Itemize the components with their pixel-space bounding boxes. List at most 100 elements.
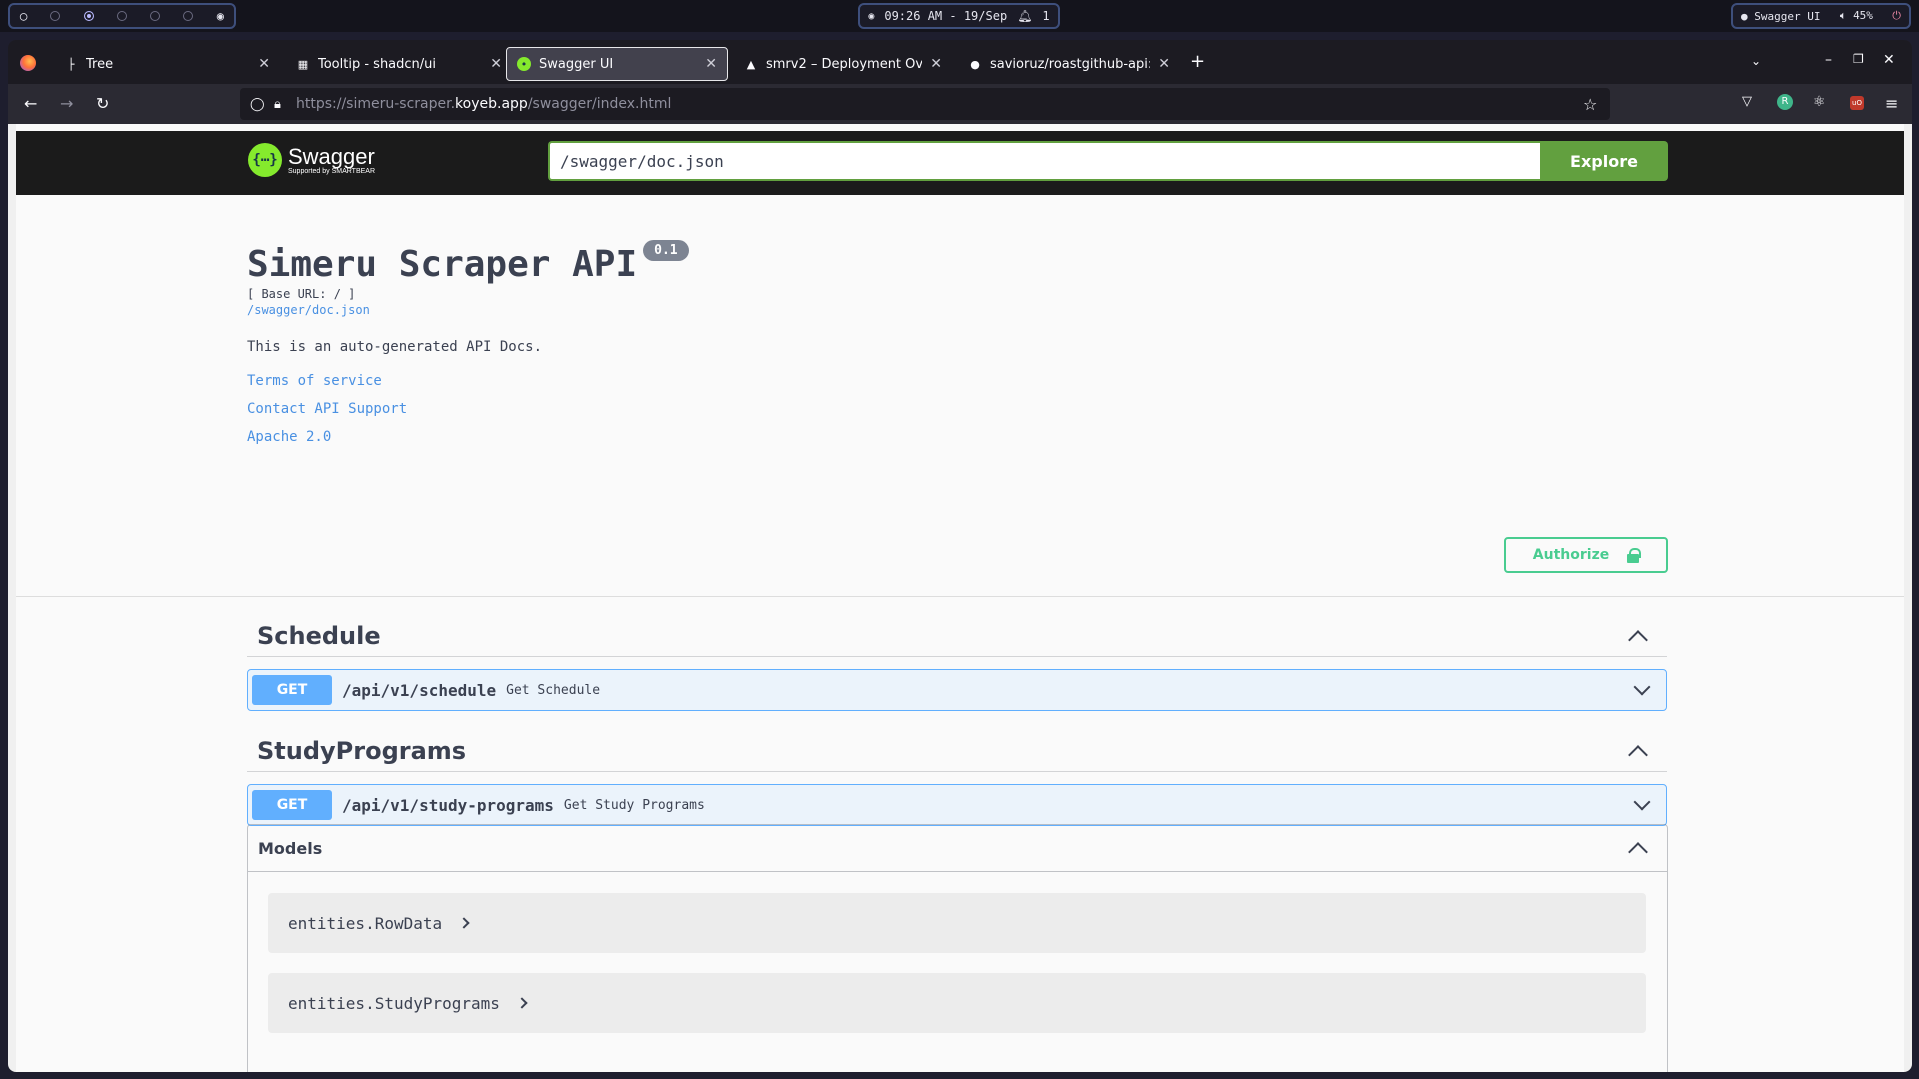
- close-icon[interactable]: ✕: [490, 56, 502, 72]
- page-viewport: {⋯} Swagger Supported by SMARTBEAR /swag…: [8, 124, 1912, 1072]
- restore-icon[interactable]: ❐: [1853, 52, 1864, 66]
- clock-widget[interactable]: ◉ 09:26 AM - 19/Sep 🔔︎ 1: [858, 3, 1060, 29]
- swagger-logo[interactable]: {⋯} Swagger Supported by SMARTBEAR: [248, 143, 375, 177]
- operation-summary: Get Study Programs: [563, 797, 705, 813]
- github-icon: ●: [970, 57, 980, 71]
- tab-deployment[interactable]: ▲ smrv2 – Deployment Over ✕: [734, 47, 952, 81]
- hat-icon: ◉: [216, 9, 224, 23]
- tag-studyprograms-header[interactable]: StudyPrograms: [247, 730, 1667, 772]
- close-icon[interactable]: ✕: [1158, 56, 1170, 72]
- api-description: This is an auto-generated API Docs.: [247, 339, 543, 355]
- api-title: Simeru Scraper API 0.1: [247, 240, 1667, 285]
- tree-icon: ├: [67, 57, 75, 71]
- tag-schedule-header[interactable]: Schedule: [247, 615, 1667, 657]
- doc-json-link[interactable]: /swagger/doc.json: [247, 303, 1667, 317]
- tag-title: Schedule: [257, 621, 381, 650]
- swagger-topbar: {⋯} Swagger Supported by SMARTBEAR /swag…: [16, 131, 1904, 195]
- tab-tooltip[interactable]: ▦ Tooltip - shadcn/ui ✕: [286, 47, 512, 81]
- volume-indicator[interactable]: 🔈︎ 45%: [1840, 9, 1873, 23]
- explore-button[interactable]: Explore: [1540, 141, 1668, 181]
- bookmark-star-icon[interactable]: ☆: [1583, 95, 1597, 114]
- model-name: entities.StudyPrograms: [288, 993, 500, 1013]
- close-icon[interactable]: ✕: [705, 56, 717, 72]
- base-url: [ Base URL: / ]: [247, 287, 356, 301]
- close-icon[interactable]: ✕: [930, 56, 942, 72]
- operation-get-schedule[interactable]: GET /api/v1/schedule Get Schedule: [247, 669, 1667, 711]
- lock-icon[interactable]: 🔒︎: [274, 97, 281, 112]
- url-bar[interactable]: ◯ 🔒︎ https://simeru-scraper.koyeb.app/sw…: [240, 88, 1610, 120]
- authorize-button[interactable]: Authorize: [1504, 537, 1668, 573]
- back-arrow-icon[interactable]: ←: [24, 94, 37, 113]
- swagger-page: {⋯} Swagger Supported by SMARTBEAR /swag…: [16, 124, 1904, 1072]
- chevron-up-icon[interactable]: [1628, 629, 1648, 650]
- extensions-puzzle-icon[interactable]: ⚛: [1813, 94, 1826, 110]
- workspace-5[interactable]: [183, 11, 194, 21]
- ublock-icon[interactable]: uO: [1850, 96, 1864, 110]
- lock-icon: [1627, 548, 1642, 563]
- api-title-text: Simeru Scraper API: [247, 244, 638, 285]
- operation-path: /api/v1/study-programs: [342, 795, 554, 815]
- tab-swagger-ui[interactable]: • Swagger UI ✕: [506, 47, 728, 81]
- swagger-logo-text: Swagger: [288, 143, 375, 169]
- workspace-4[interactable]: [150, 11, 161, 21]
- spec-url-form: /swagger/doc.json Explore: [548, 141, 1668, 181]
- tab-list-chevron-icon[interactable]: ⌄: [1751, 54, 1761, 68]
- power-icon[interactable]: ⏻: [1892, 9, 1901, 23]
- chevron-down-icon[interactable]: [1630, 793, 1654, 817]
- operation-get-study-programs[interactable]: GET /api/v1/study-programs Get Study Pro…: [247, 784, 1667, 826]
- browser-window: ├ Tree ✕ ▦ Tooltip - shadcn/ui ✕ • Swagg…: [8, 40, 1912, 1072]
- clock-text: 09:26 AM - 19/Sep: [884, 9, 1008, 23]
- chevron-right-icon[interactable]: [516, 997, 528, 1009]
- navigation-toolbar: ← → ↻ ◯ 🔒︎ https://simeru-scraper.koyeb.…: [8, 84, 1912, 124]
- workspace-1[interactable]: [50, 11, 61, 21]
- swagger-logo-icon: {⋯}: [248, 143, 282, 177]
- workspace-2[interactable]: [83, 11, 94, 21]
- workspace-switcher[interactable]: ◯ ◉: [8, 3, 236, 29]
- method-badge: GET: [252, 790, 332, 820]
- model-name: entities.RowData: [288, 913, 443, 933]
- license-link[interactable]: Apache 2.0: [247, 429, 1667, 445]
- desktop-top-bar: ◯ ◉ ◉ 09:26 AM - 19/Sep 🔔︎ 1 ● Swagger U…: [0, 0, 1919, 32]
- models-header[interactable]: Models: [248, 825, 1667, 872]
- contact-support-link[interactable]: Contact API Support: [247, 401, 1667, 417]
- shadcn-icon: ▦: [297, 57, 309, 71]
- method-badge: GET: [252, 675, 332, 705]
- arch-logo-icon: ◯: [20, 9, 28, 23]
- toggle-icon: ◉: [868, 10, 875, 22]
- menu-hamburger-icon[interactable]: ≡: [1885, 94, 1898, 113]
- notification-count: 1: [1042, 9, 1050, 23]
- tab-tree[interactable]: ├ Tree ✕: [54, 47, 280, 81]
- model-row-data[interactable]: entities.RowData: [268, 893, 1646, 953]
- new-tab-button[interactable]: +: [1190, 51, 1205, 72]
- system-tray[interactable]: ● Swagger UI 🔈︎ 45% ⏻: [1731, 3, 1911, 29]
- workspace-3[interactable]: [116, 11, 127, 21]
- minimize-icon[interactable]: –: [1825, 52, 1832, 68]
- shield-icon[interactable]: ◯: [250, 97, 265, 112]
- terms-of-service-link[interactable]: Terms of service: [247, 373, 1667, 389]
- section-divider: [16, 596, 1904, 597]
- bell-icon: 🔔︎: [1017, 9, 1033, 23]
- models-title: Models: [258, 838, 323, 858]
- window-close-icon[interactable]: ✕: [1883, 52, 1895, 68]
- chevron-up-icon[interactable]: [1628, 842, 1648, 862]
- swagger-logo-sub: Supported by SMARTBEAR: [288, 167, 376, 175]
- forward-arrow-icon[interactable]: →: [60, 94, 73, 113]
- version-badge: 0.1: [643, 240, 689, 261]
- pocket-icon[interactable]: ▽: [1742, 94, 1752, 109]
- spec-url-input[interactable]: /swagger/doc.json: [548, 141, 1540, 181]
- models-section: Models entities.RowData entities.StudyPr…: [247, 824, 1668, 1072]
- chevron-down-icon[interactable]: [1630, 678, 1654, 702]
- extension-r-icon[interactable]: R: [1777, 94, 1793, 110]
- chevron-right-icon[interactable]: [458, 917, 470, 929]
- tab-github[interactable]: ● savioruz/roastgithub-api: r ✕: [958, 47, 1180, 81]
- operation-summary: Get Schedule: [506, 682, 601, 698]
- chevron-up-icon[interactable]: [1628, 744, 1648, 765]
- close-icon[interactable]: ✕: [258, 56, 270, 72]
- vercel-icon: ▲: [746, 57, 756, 71]
- tab-bar: ├ Tree ✕ ▦ Tooltip - shadcn/ui ✕ • Swagg…: [8, 40, 1912, 84]
- url-text[interactable]: https://simeru-scraper.koyeb.app/swagger…: [296, 96, 671, 112]
- model-study-programs[interactable]: entities.StudyPrograms: [268, 973, 1646, 1033]
- firefox-icon[interactable]: [20, 55, 36, 71]
- swagger-icon: •: [517, 57, 531, 71]
- reload-icon[interactable]: ↻: [96, 94, 109, 113]
